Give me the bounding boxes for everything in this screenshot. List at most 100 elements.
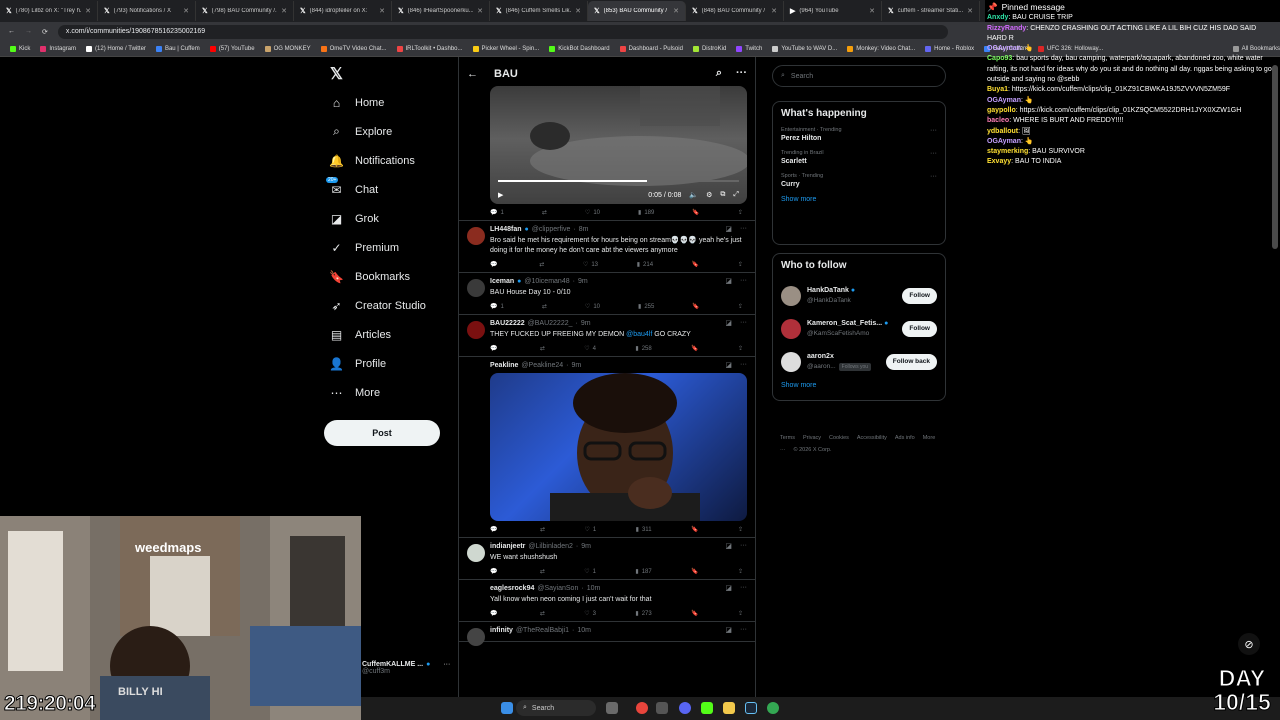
bookmark-item[interactable]: Bau | Cuffem — [155, 45, 200, 52]
follow-name[interactable]: Kameron_Scat_Fetis... — [807, 320, 882, 327]
views-button[interactable]: ▮ 273 — [635, 610, 651, 618]
views-button[interactable]: ▮ 187 — [635, 568, 651, 576]
tweet-time[interactable]: 9m — [578, 278, 588, 285]
share-icon[interactable]: ⇪ — [738, 209, 743, 216]
bookmark-icon[interactable]: 🔖 — [691, 526, 698, 533]
bookmark-icon[interactable]: 🔖 — [692, 303, 699, 310]
chat-username[interactable]: OGAyman — [987, 97, 1021, 104]
nav-item-explore[interactable]: ⌕ Explore — [320, 117, 455, 146]
bookmark-item[interactable]: OmeTV Video Chat... — [320, 45, 387, 52]
trend-item[interactable]: Sports · Trending Curry ··· — [781, 173, 937, 188]
bookmark-icon[interactable]: 🔖 — [691, 568, 698, 575]
browser-tab[interactable]: 𝕏 (780) Lilbz on X: "Trey h... ✕ — [0, 1, 98, 21]
reload-icon[interactable]: ⟳ — [42, 28, 48, 36]
bookmark-item[interactable]: DistroKid — [692, 45, 726, 52]
grok-icon[interactable]: ◪ — [725, 542, 732, 550]
tweet-author[interactable]: Peakline — [490, 362, 518, 369]
tweet-handle[interactable]: @10iceman48 — [524, 278, 569, 285]
close-icon[interactable]: ✕ — [673, 7, 679, 15]
share-icon[interactable]: ⇪ — [738, 526, 743, 533]
browser-tab[interactable]: 𝕏 (844) idropfeiler on X: ✕ — [294, 1, 392, 21]
tweet-time[interactable]: 9m — [572, 362, 582, 369]
steam-icon[interactable] — [745, 702, 757, 714]
nav-item-bookmarks[interactable]: 🔖 Bookmarks — [320, 262, 455, 291]
tweet-author[interactable]: infinity — [490, 627, 513, 634]
close-icon[interactable]: ✕ — [379, 7, 385, 15]
bookmark-item[interactable]: Twitch — [736, 45, 762, 52]
tweet-handle[interactable]: @SayianSon — [537, 585, 578, 592]
nav-item-premium[interactable]: ✓ Premium — [320, 233, 455, 262]
pip-icon[interactable]: ⧉ — [720, 191, 725, 199]
like-button[interactable]: ♡ 10 — [585, 209, 600, 217]
app-icon[interactable] — [656, 702, 668, 714]
tweet-handle[interactable]: @BAU22222_ — [528, 320, 573, 327]
close-icon[interactable]: ✕ — [575, 7, 581, 15]
repost-button[interactable]: ⇄ — [540, 568, 545, 575]
bookmark-item[interactable]: Monkey: Video Chat... — [847, 45, 915, 52]
tweet-author[interactable]: indianjeetr — [490, 543, 525, 550]
video-tweet[interactable]: ▶ 0:05 / 0:08 🔈 ⚙ ⧉ ⤢ 💬 1 ⇄ ♡ 10 ▮ 189 🔖 ⇪ — [459, 86, 755, 221]
more-dots-icon[interactable]: ··· — [740, 277, 747, 285]
nav-item-creator-studio[interactable]: ➶ Creator Studio — [320, 291, 455, 320]
profile-mini[interactable]: CuffemKALLME ... ● ··· @cuff3m — [362, 661, 458, 683]
nav-item-chat[interactable]: ✉ 20+ Chat — [320, 175, 455, 204]
mention-link[interactable]: @bau4lf — [626, 331, 652, 338]
chat-username[interactable]: RizzyRandy — [987, 25, 1026, 32]
repost-button[interactable]: ⇄ — [540, 526, 545, 533]
avatar[interactable] — [467, 544, 485, 562]
search-input[interactable]: ⌕ Search — [772, 65, 946, 87]
reply-button[interactable]: 💬 1 — [490, 209, 504, 217]
chat-username[interactable]: ydballout — [987, 128, 1018, 135]
tweet-handle[interactable]: @Peakline24 — [521, 362, 563, 369]
browser-tab[interactable]: 𝕏 (848) BAU Community / ✕ — [686, 1, 784, 21]
avatar[interactable] — [467, 321, 485, 339]
follow-button[interactable]: Follow — [902, 320, 937, 337]
volume-icon[interactable]: 🔈 — [689, 191, 698, 199]
nav-item-grok[interactable]: ◪ Grok — [320, 204, 455, 233]
follow-suggestion[interactable]: HankDaTank ● @HankDaTank Follow — [781, 279, 937, 312]
forward-icon[interactable]: → — [25, 28, 32, 35]
chat-username[interactable]: OGAyman — [987, 138, 1021, 145]
trend-item[interactable]: Entertainment · Trending Perez Hilton ··· — [781, 127, 937, 142]
windows-start-icon[interactable] — [501, 702, 513, 714]
discord-icon[interactable] — [679, 702, 691, 714]
grok-icon[interactable]: ◪ — [725, 319, 732, 327]
nav-item-articles[interactable]: ▤ Articles — [320, 320, 455, 349]
taskbar-search[interactable]: ⌕ Search — [516, 700, 596, 716]
grok-icon[interactable]: ◪ — [725, 361, 732, 369]
views-button[interactable]: ▮ 255 — [638, 303, 654, 311]
tweet-author[interactable]: Iceman — [490, 278, 514, 285]
bookmark-icon[interactable]: 🔖 — [691, 610, 698, 617]
reply-button[interactable]: 💬 — [490, 610, 500, 617]
views-button[interactable]: ▮ 214 — [637, 261, 653, 269]
like-button[interactable]: ♡ 10 — [585, 303, 600, 311]
tweet-author[interactable]: LH448fan — [490, 226, 522, 233]
repost-button[interactable]: ⇄ — [542, 303, 547, 310]
video-progress[interactable] — [498, 180, 739, 182]
browser-tab[interactable]: 𝕏 (798) BAU Community /... ✕ — [196, 1, 294, 21]
more-dots-icon[interactable]: ··· — [930, 127, 937, 134]
like-button[interactable]: ♡ 13 — [583, 261, 598, 269]
back-arrow-icon[interactable]: ← — [467, 68, 478, 80]
x-logo-icon[interactable]: 𝕏 — [320, 62, 455, 88]
nav-item-profile[interactable]: 👤 Profile — [320, 349, 455, 378]
tweet[interactable]: BAU22222 @BAU22222_ · 9m ◪ ··· THEY FUCKED UP … — [459, 315, 755, 357]
follow-suggestion[interactable]: Kameron_Scat_Fetis... ● @KamScaFetishAmo Fo… — [781, 312, 937, 345]
chat-username[interactable]: bacleo — [987, 117, 1009, 124]
follow-name[interactable]: aaron2x — [807, 353, 834, 360]
tweet-handle[interactable]: @TheRealBabji1 — [516, 627, 569, 634]
tweet[interactable]: indianjeetr @Lilbinladen2 · 9m ◪ ··· WE want s… — [459, 538, 755, 580]
like-button[interactable]: ♡ 1 — [584, 526, 596, 534]
tweet-handle[interactable]: @Lilbinladen2 — [528, 543, 572, 550]
back-icon[interactable]: ← — [8, 28, 15, 35]
tweet-time[interactable]: 10m — [587, 585, 601, 592]
tweet-author[interactable]: eaglesrock94 — [490, 585, 534, 592]
tweet-author[interactable]: BAU22222 — [490, 320, 525, 327]
bookmark-item[interactable]: IRLToolkit • Dashbo... — [396, 45, 463, 52]
repost-button[interactable]: ⇄ — [540, 345, 545, 352]
fullscreen-icon[interactable]: ⤢ — [733, 191, 739, 199]
chat-username[interactable]: Anxdy — [987, 14, 1008, 21]
avatar[interactable] — [467, 628, 485, 646]
footer-link[interactable]: © 2026 X Corp. — [794, 447, 832, 453]
chat-username[interactable]: OGAyman — [987, 45, 1021, 52]
